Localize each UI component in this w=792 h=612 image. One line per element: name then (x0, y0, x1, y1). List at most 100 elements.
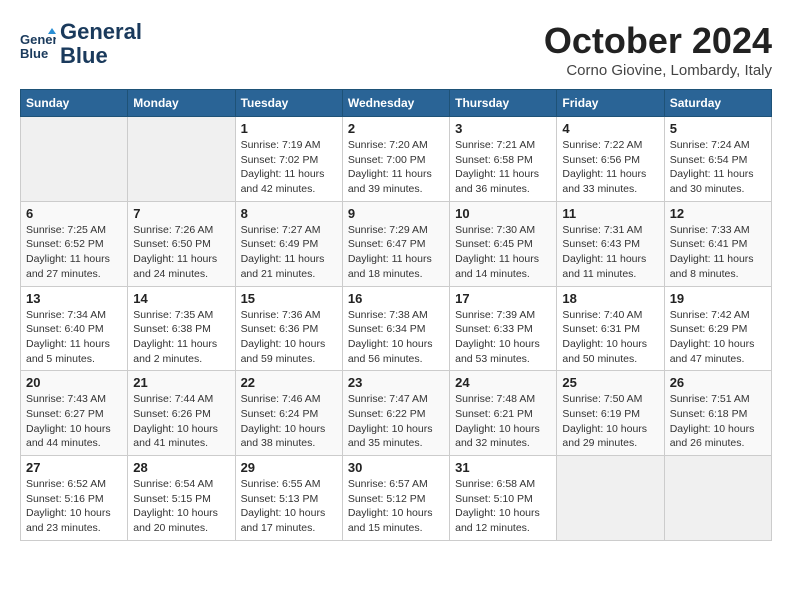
day-info: Sunrise: 7:20 AM Sunset: 7:00 PM Dayligh… (348, 138, 444, 197)
calendar-cell: 19 Sunrise: 7:42 AM Sunset: 6:29 PM Dayli… (664, 286, 771, 371)
day-number: 23 (348, 375, 444, 390)
day-number: 24 (455, 375, 551, 390)
day-number: 28 (133, 460, 229, 475)
calendar-cell: 1 Sunrise: 7:19 AM Sunset: 7:02 PM Daylig… (235, 117, 342, 202)
day-info: Sunrise: 6:52 AM Sunset: 5:16 PM Dayligh… (26, 477, 122, 536)
day-info: Sunrise: 7:33 AM Sunset: 6:41 PM Dayligh… (670, 223, 766, 282)
calendar-cell: 24Sunrise: 7:48 AM Sunset: 6:21 PM Dayli… (450, 371, 557, 456)
week-row-3: 13 Sunrise: 7:34 AM Sunset: 6:40 PM Dayli… (21, 286, 772, 371)
day-number: 4 (562, 121, 658, 136)
day-number: 7 (133, 206, 229, 221)
day-info: Sunrise: 7:30 AM Sunset: 6:45 PM Dayligh… (455, 223, 551, 282)
logo-text: General Blue (60, 20, 142, 68)
week-row-2: 6 Sunrise: 7:25 AM Sunset: 6:52 PM Daylig… (21, 201, 772, 286)
day-number: 31 (455, 460, 551, 475)
calendar-cell: 12Sunrise: 7:33 AM Sunset: 6:41 PM Dayli… (664, 201, 771, 286)
logo: General Blue General Blue (20, 20, 142, 68)
day-number: 1 (241, 121, 337, 136)
week-row-1: 1 Sunrise: 7:19 AM Sunset: 7:02 PM Daylig… (21, 117, 772, 202)
day-info: Sunrise: 7:34 AM Sunset: 6:40 PM Dayligh… (26, 308, 122, 367)
day-number: 13 (26, 291, 122, 306)
calendar-cell: 7 Sunrise: 7:26 AM Sunset: 6:50 PM Daylig… (128, 201, 235, 286)
day-number: 22 (241, 375, 337, 390)
day-info: Sunrise: 7:50 AM Sunset: 6:19 PM Dayligh… (562, 392, 658, 451)
calendar-cell: 8 Sunrise: 7:27 AM Sunset: 6:49 PM Daylig… (235, 201, 342, 286)
day-info: Sunrise: 7:27 AM Sunset: 6:49 PM Dayligh… (241, 223, 337, 282)
day-header-saturday: Saturday (664, 90, 771, 117)
day-info: Sunrise: 7:43 AM Sunset: 6:27 PM Dayligh… (26, 392, 122, 451)
calendar-cell (664, 456, 771, 541)
day-info: Sunrise: 7:36 AM Sunset: 6:36 PM Dayligh… (241, 308, 337, 367)
calendar-cell: 26 Sunrise: 7:51 AM Sunset: 6:18 PM Dayli… (664, 371, 771, 456)
day-info: Sunrise: 7:21 AM Sunset: 6:58 PM Dayligh… (455, 138, 551, 197)
calendar-cell: 27 Sunrise: 6:52 AM Sunset: 5:16 PM Dayli… (21, 456, 128, 541)
day-info: Sunrise: 7:19 AM Sunset: 7:02 PM Dayligh… (241, 138, 337, 197)
day-info: Sunrise: 7:26 AM Sunset: 6:50 PM Dayligh… (133, 223, 229, 282)
day-info: Sunrise: 6:55 AM Sunset: 5:13 PM Dayligh… (241, 477, 337, 536)
day-number: 14 (133, 291, 229, 306)
day-info: Sunrise: 7:29 AM Sunset: 6:47 PM Dayligh… (348, 223, 444, 282)
week-row-5: 27 Sunrise: 6:52 AM Sunset: 5:16 PM Dayli… (21, 456, 772, 541)
calendar-cell: 9 Sunrise: 7:29 AM Sunset: 6:47 PM Daylig… (342, 201, 449, 286)
calendar-cell (557, 456, 664, 541)
day-info: Sunrise: 7:39 AM Sunset: 6:33 PM Dayligh… (455, 308, 551, 367)
day-header-thursday: Thursday (450, 90, 557, 117)
day-info: Sunrise: 6:54 AM Sunset: 5:15 PM Dayligh… (133, 477, 229, 536)
day-number: 5 (670, 121, 766, 136)
calendar-cell: 18Sunrise: 7:40 AM Sunset: 6:31 PM Dayli… (557, 286, 664, 371)
day-header-sunday: Sunday (21, 90, 128, 117)
svg-text:Blue: Blue (20, 46, 48, 61)
day-number: 27 (26, 460, 122, 475)
day-number: 10 (455, 206, 551, 221)
calendar-cell: 4Sunrise: 7:22 AM Sunset: 6:56 PM Daylig… (557, 117, 664, 202)
day-header-tuesday: Tuesday (235, 90, 342, 117)
calendar-cell: 30Sunrise: 6:57 AM Sunset: 5:12 PM Dayli… (342, 456, 449, 541)
day-header-friday: Friday (557, 90, 664, 117)
calendar-cell: 22 Sunrise: 7:46 AM Sunset: 6:24 PM Dayli… (235, 371, 342, 456)
day-info: Sunrise: 7:42 AM Sunset: 6:29 PM Dayligh… (670, 308, 766, 367)
header: General Blue General Blue October 2024 C… (20, 20, 772, 79)
day-info: Sunrise: 7:24 AM Sunset: 6:54 PM Dayligh… (670, 138, 766, 197)
day-info: Sunrise: 7:38 AM Sunset: 6:34 PM Dayligh… (348, 308, 444, 367)
day-number: 19 (670, 291, 766, 306)
day-number: 8 (241, 206, 337, 221)
day-info: Sunrise: 7:46 AM Sunset: 6:24 PM Dayligh… (241, 392, 337, 451)
logo-icon: General Blue (20, 26, 56, 62)
logo-line1: General (60, 20, 142, 44)
day-number: 9 (348, 206, 444, 221)
calendar-table: SundayMondayTuesdayWednesdayThursdayFrid… (20, 89, 772, 541)
day-number: 20 (26, 375, 122, 390)
day-header-monday: Monday (128, 90, 235, 117)
location-title: Corno Giovine, Lombardy, Italy (544, 62, 772, 79)
title-area: October 2024 Corno Giovine, Lombardy, It… (544, 20, 772, 79)
calendar-cell (128, 117, 235, 202)
day-info: Sunrise: 6:58 AM Sunset: 5:10 PM Dayligh… (455, 477, 551, 536)
day-number: 3 (455, 121, 551, 136)
calendar-cell: 10 Sunrise: 7:30 AM Sunset: 6:45 PM Dayli… (450, 201, 557, 286)
week-row-4: 20 Sunrise: 7:43 AM Sunset: 6:27 PM Dayli… (21, 371, 772, 456)
day-info: Sunrise: 7:35 AM Sunset: 6:38 PM Dayligh… (133, 308, 229, 367)
month-title: October 2024 (544, 20, 772, 62)
calendar-cell: 14 Sunrise: 7:35 AM Sunset: 6:38 PM Dayli… (128, 286, 235, 371)
calendar-cell: 5 Sunrise: 7:24 AM Sunset: 6:54 PM Daylig… (664, 117, 771, 202)
calendar-cell: 29Sunrise: 6:55 AM Sunset: 5:13 PM Dayli… (235, 456, 342, 541)
calendar-cell: 23 Sunrise: 7:47 AM Sunset: 6:22 PM Dayli… (342, 371, 449, 456)
day-number: 15 (241, 291, 337, 306)
calendar-cell: 17Sunrise: 7:39 AM Sunset: 6:33 PM Dayli… (450, 286, 557, 371)
day-info: Sunrise: 7:47 AM Sunset: 6:22 PM Dayligh… (348, 392, 444, 451)
day-info: Sunrise: 7:25 AM Sunset: 6:52 PM Dayligh… (26, 223, 122, 282)
day-info: Sunrise: 6:57 AM Sunset: 5:12 PM Dayligh… (348, 477, 444, 536)
day-number: 11 (562, 206, 658, 221)
calendar-cell: 11Sunrise: 7:31 AM Sunset: 6:43 PM Dayli… (557, 201, 664, 286)
day-number: 26 (670, 375, 766, 390)
calendar-header-row: SundayMondayTuesdayWednesdayThursdayFrid… (21, 90, 772, 117)
day-number: 16 (348, 291, 444, 306)
calendar-cell: 16 Sunrise: 7:38 AM Sunset: 6:34 PM Dayli… (342, 286, 449, 371)
calendar-cell: 21Sunrise: 7:44 AM Sunset: 6:26 PM Dayli… (128, 371, 235, 456)
day-info: Sunrise: 7:51 AM Sunset: 6:18 PM Dayligh… (670, 392, 766, 451)
calendar-cell: 28 Sunrise: 6:54 AM Sunset: 5:15 PM Dayli… (128, 456, 235, 541)
calendar-cell: 20 Sunrise: 7:43 AM Sunset: 6:27 PM Dayli… (21, 371, 128, 456)
day-number: 6 (26, 206, 122, 221)
day-number: 2 (348, 121, 444, 136)
day-info: Sunrise: 7:40 AM Sunset: 6:31 PM Dayligh… (562, 308, 658, 367)
